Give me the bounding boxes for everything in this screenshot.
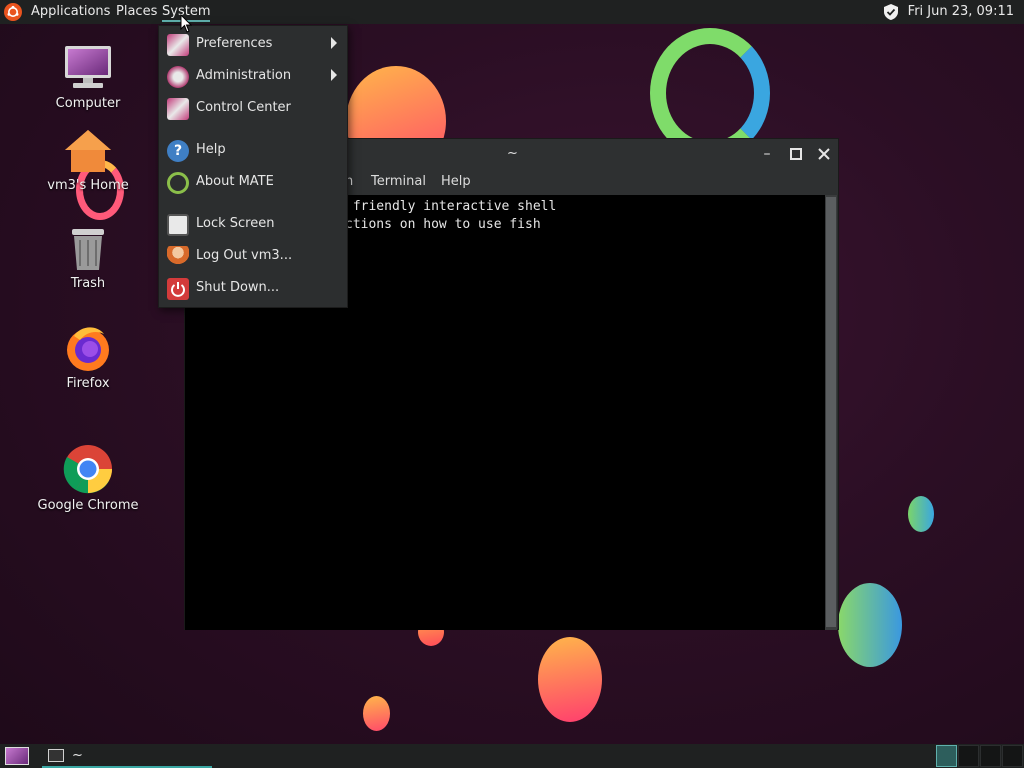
control-center-icon (167, 98, 189, 120)
maximize-icon[interactable] (787, 145, 805, 163)
close-icon[interactable] (815, 145, 833, 163)
menu-item-label: Log Out vm3... (196, 248, 293, 263)
power-icon (167, 278, 189, 300)
desktop-icon-firefox[interactable]: Firefox (28, 324, 148, 391)
taskbar-item-label: ~ (72, 748, 83, 763)
clock[interactable]: Fri Jun 23, 09:11 (908, 4, 1014, 19)
menu-item-log-out[interactable]: Log Out vm3... (159, 242, 347, 270)
desktop-icon-chrome[interactable]: Google Chrome (28, 444, 148, 513)
help-icon: ? (167, 140, 189, 162)
menu-help[interactable]: Help (441, 174, 471, 189)
wallpaper-bubble (908, 496, 934, 532)
desktop-icon-label: Trash (70, 276, 106, 291)
minimize-icon[interactable]: – (758, 145, 776, 163)
menu-item-label: About MATE (196, 174, 274, 189)
administration-icon (167, 66, 189, 88)
wallpaper-bubble (363, 696, 390, 731)
desktop-icon-computer[interactable]: Computer (28, 44, 148, 111)
menu-item-label: Shut Down... (196, 280, 280, 295)
menu-item-lock-screen[interactable]: Lock Screen (159, 210, 347, 238)
top-panel: Applications Places System Fri Jun 23, 0… (0, 0, 1024, 24)
terminal-icon (48, 749, 64, 762)
menu-item-administration[interactable]: Administration (159, 62, 347, 90)
menu-item-label: Administration (196, 68, 292, 83)
mate-logo-icon (167, 172, 189, 194)
scrollbar-thumb[interactable] (826, 197, 836, 627)
wallpaper-bubble (838, 583, 902, 667)
bottom-panel: ~ (0, 744, 1024, 768)
terminal-line: ctions on how to use fish (345, 217, 541, 232)
home-folder-icon (63, 128, 113, 174)
window-title: ~ (507, 146, 518, 161)
submenu-arrow-icon (331, 37, 337, 49)
chrome-icon (63, 444, 113, 494)
workspace-2[interactable] (958, 745, 979, 767)
desktop-icon-label: Computer (55, 96, 121, 111)
mouse-cursor-icon (180, 13, 193, 38)
log-out-icon (167, 246, 189, 268)
lock-screen-icon (167, 214, 189, 236)
system-dropdown: Preferences Administration Control Cente… (158, 25, 348, 308)
workspace-1[interactable] (936, 745, 957, 767)
trash-icon (68, 226, 108, 272)
desktop-icon-label: vm3's Home (47, 178, 129, 193)
menu-item-label: Lock Screen (196, 216, 275, 231)
desktop-icon-trash[interactable]: Trash (28, 226, 148, 291)
menu-item-label: Control Center (196, 100, 291, 115)
menu-terminal[interactable]: Terminal (371, 174, 426, 189)
terminal-line: friendly interactive shell (345, 199, 557, 214)
submenu-arrow-icon (331, 69, 337, 81)
workspace-4[interactable] (1002, 745, 1023, 767)
desktop-icon-label: Firefox (66, 376, 110, 391)
wallpaper-bubble (538, 637, 602, 722)
taskbar-item-terminal[interactable]: ~ (42, 744, 212, 768)
places-menu[interactable]: Places (116, 4, 157, 19)
menu-item-label: Preferences (196, 36, 273, 51)
desktop-icon-label: Google Chrome (37, 498, 139, 513)
desktop-icon-home[interactable]: vm3's Home (28, 128, 148, 193)
shield-icon[interactable] (882, 3, 900, 25)
computer-icon (63, 44, 113, 92)
terminal-scrollbar[interactable] (825, 195, 837, 630)
menu-item-help[interactable]: ? Help (159, 136, 347, 164)
workspace-3[interactable] (980, 745, 1001, 767)
menu-item-shut-down[interactable]: Shut Down... (159, 274, 347, 302)
ubuntu-logo-icon[interactable] (4, 3, 22, 21)
menu-item-control-center[interactable]: Control Center (159, 94, 347, 122)
menu-item-about-mate[interactable]: About MATE (159, 168, 347, 196)
menu-item-label: Help (196, 142, 226, 157)
applications-menu[interactable]: Applications (31, 4, 110, 19)
firefox-icon (64, 324, 112, 372)
show-desktop-icon[interactable] (5, 747, 29, 765)
